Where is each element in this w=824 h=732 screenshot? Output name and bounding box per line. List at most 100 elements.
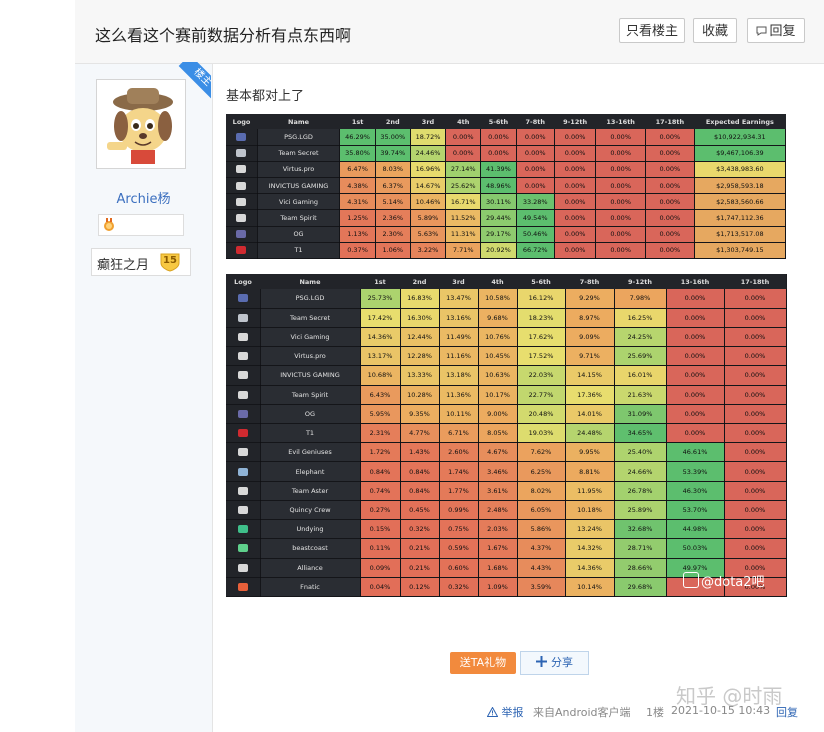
column-header[interactable]: 9-12th bbox=[614, 274, 666, 289]
probability-cell: 0.00% bbox=[666, 346, 725, 367]
probability-cell: 13.24% bbox=[565, 519, 615, 540]
probability-cell: 1.25% bbox=[339, 209, 376, 227]
probability-cell: 14.01% bbox=[565, 404, 615, 425]
team-name: T1 bbox=[257, 242, 341, 260]
table-row: PSG.LGD 46.29% 35.00% 18.72% 0.00% 0.00% 0.00%… bbox=[226, 129, 787, 146]
probability-cell: 35.80% bbox=[339, 145, 376, 162]
send-gift-button[interactable]: 送TA礼物 bbox=[450, 652, 516, 674]
probability-cell: 30.11% bbox=[480, 193, 517, 211]
probability-cell: 17.52% bbox=[517, 346, 566, 367]
column-header[interactable]: 7-8th bbox=[565, 274, 614, 289]
team-logo-icon bbox=[236, 246, 247, 255]
team-logo-cell bbox=[226, 365, 261, 386]
probability-cell: 1.09% bbox=[478, 577, 518, 598]
team-logo-icon bbox=[236, 149, 247, 158]
probability-cell: 14.36% bbox=[360, 327, 401, 348]
probability-cell: 16.12% bbox=[517, 289, 566, 309]
team-logo-cell bbox=[226, 404, 261, 425]
probability-cell: 0.00% bbox=[595, 177, 647, 195]
probability-cell: 24.48% bbox=[565, 423, 615, 444]
column-header[interactable]: 3rd bbox=[439, 274, 478, 289]
reply-button[interactable]: 回复 bbox=[747, 18, 805, 43]
probability-cell: 25.62% bbox=[445, 177, 482, 195]
post-text: 基本都对上了 bbox=[226, 89, 305, 104]
table-row: T1 2.31% 4.77% 6.71% 8.05% 19.03% 24.48% 34.65%… bbox=[226, 423, 787, 444]
team-logo-icon bbox=[237, 352, 248, 361]
probability-cell: 11.16% bbox=[439, 346, 479, 367]
probability-cell: 6.37% bbox=[375, 177, 411, 195]
team-logo-cell bbox=[226, 577, 261, 598]
probability-cell: 6.43% bbox=[360, 385, 401, 405]
probability-cell: 6.25% bbox=[517, 461, 566, 482]
column-header[interactable]: 17-18th bbox=[724, 274, 786, 289]
column-header[interactable]: 2nd bbox=[375, 114, 411, 129]
column-header[interactable]: 13-16th bbox=[595, 114, 646, 129]
probability-cell: 0.00% bbox=[724, 481, 787, 501]
column-header[interactable]: 4th bbox=[445, 114, 481, 129]
level-name: 癫狂之月 bbox=[97, 258, 150, 273]
column-header[interactable]: Name bbox=[257, 114, 340, 129]
level-badge[interactable]: 癫狂之月 15 bbox=[91, 248, 191, 276]
column-header[interactable]: 13-16th bbox=[666, 274, 724, 289]
probability-cell: 0.00% bbox=[666, 327, 725, 348]
share-button[interactable]: 分享 bbox=[520, 651, 589, 675]
author-name[interactable]: Archie杨 bbox=[75, 188, 212, 207]
team-logo-cell bbox=[226, 209, 258, 227]
column-header[interactable]: Logo bbox=[226, 114, 258, 129]
probability-cell: 6.71% bbox=[439, 423, 479, 444]
probability-cell: 0.00% bbox=[480, 145, 517, 162]
probability-cell: 1.13% bbox=[339, 226, 376, 243]
column-header[interactable]: 5-6th bbox=[480, 114, 517, 129]
probability-cell: 0.00% bbox=[516, 177, 555, 195]
collect-button[interactable]: 收藏 bbox=[693, 18, 737, 43]
probability-cell: 14.36% bbox=[565, 558, 615, 578]
probability-cell: 18.23% bbox=[517, 308, 566, 328]
probability-cell: 10.46% bbox=[410, 193, 447, 211]
probability-cell: 13.17% bbox=[360, 346, 401, 367]
probability-cell: 0.59% bbox=[439, 538, 479, 559]
team-logo-cell bbox=[226, 346, 261, 367]
probability-cell: 25.40% bbox=[614, 442, 667, 463]
team-logo-icon bbox=[236, 165, 247, 174]
probability-cell: 0.00% bbox=[724, 385, 787, 405]
column-header[interactable]: 1st bbox=[339, 114, 376, 129]
column-header[interactable]: 4th bbox=[478, 274, 517, 289]
probability-cell: 16.25% bbox=[614, 308, 667, 328]
probability-cell: 0.00% bbox=[554, 209, 597, 227]
probability-cell: 20.48% bbox=[517, 404, 566, 425]
probability-cell: 12.44% bbox=[400, 327, 440, 348]
report-link[interactable]: 举报 bbox=[486, 704, 524, 720]
probability-cell: 0.00% bbox=[724, 461, 787, 482]
column-header[interactable]: 2nd bbox=[400, 274, 439, 289]
column-header[interactable]: 17-18th bbox=[645, 114, 695, 129]
probability-cell: 0.00% bbox=[645, 226, 695, 243]
column-header[interactable]: 1st bbox=[360, 274, 400, 289]
team-logo-cell bbox=[226, 385, 261, 405]
probability-cell: 0.00% bbox=[480, 129, 517, 146]
probability-cell: 8.05% bbox=[478, 423, 518, 444]
team-logo-cell bbox=[226, 193, 258, 211]
probability-cell: 0.00% bbox=[595, 209, 647, 227]
floor-reply-link[interactable]: 回复 bbox=[776, 704, 798, 720]
column-header[interactable]: Logo bbox=[226, 274, 260, 289]
op-ribbon-label: 楼主 bbox=[178, 62, 211, 102]
team-name: PSG.LGD bbox=[260, 289, 361, 309]
column-header[interactable]: 5-6th bbox=[517, 274, 565, 289]
probability-cell: 0.21% bbox=[400, 538, 440, 559]
column-header[interactable]: Expected Earnings bbox=[694, 114, 786, 129]
probability-cell: 3.59% bbox=[517, 577, 566, 598]
probability-cell: 0.00% bbox=[516, 145, 555, 162]
column-header[interactable]: 9-12th bbox=[554, 114, 596, 129]
table-row: Vici Gaming 4.31% 5.14% 10.46% 16.71% 30.11% 3… bbox=[226, 193, 787, 211]
probability-cell: 5.86% bbox=[517, 519, 566, 540]
column-header[interactable]: 3rd bbox=[410, 114, 446, 129]
medal-icon[interactable] bbox=[102, 218, 116, 232]
op-only-button[interactable]: 只看楼主 bbox=[619, 18, 685, 43]
column-header[interactable]: Name bbox=[260, 274, 360, 289]
probability-cell: 0.00% bbox=[724, 500, 787, 521]
team-logo-cell bbox=[226, 442, 261, 463]
team-name: PSG.LGD bbox=[257, 129, 341, 146]
probability-cell: 10.45% bbox=[478, 346, 518, 367]
team-logo-cell bbox=[226, 308, 261, 328]
column-header[interactable]: 7-8th bbox=[516, 114, 555, 129]
